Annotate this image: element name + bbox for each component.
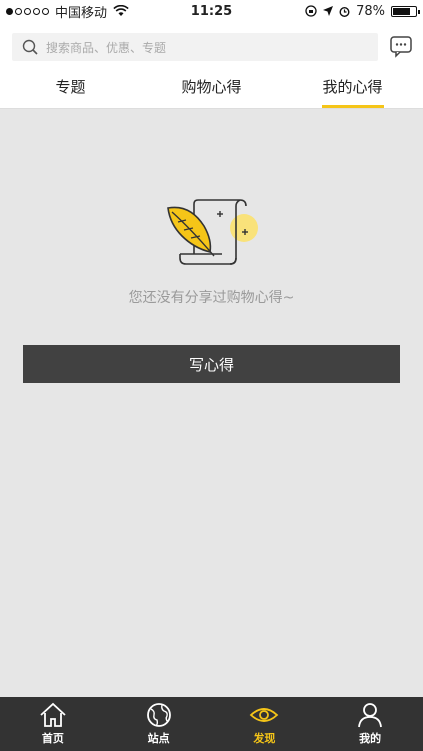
nav-home[interactable]: 首页 (0, 697, 106, 751)
search-icon (22, 39, 38, 55)
search-input[interactable]: 搜索商品、优惠、专题 (12, 33, 378, 61)
bottom-navigation: 首页 站点 发现 我的 (0, 697, 423, 751)
tab-bar: 专题 购物心得 我的心得 (0, 72, 423, 109)
nav-sites[interactable]: 站点 (106, 697, 212, 751)
home-icon (40, 702, 66, 727)
globe-icon (146, 703, 171, 727)
rotation-lock-icon (305, 5, 317, 17)
empty-state-message: 您还没有分享过购物心得~ (128, 290, 295, 306)
tab-topics[interactable]: 专题 (0, 72, 141, 108)
location-icon (323, 6, 334, 16)
nav-discover-label: 发现 (253, 732, 276, 745)
quill-scroll-icon (167, 199, 258, 265)
tab-shopping-reviews[interactable]: 购物心得 (141, 72, 282, 108)
tab-my-reviews[interactable]: 我的心得 (282, 72, 423, 108)
battery-icon (391, 5, 420, 17)
search-header: 搜索商品、优惠、专题 (0, 22, 423, 72)
person-icon (358, 703, 383, 728)
write-review-button[interactable]: 写心得 (23, 345, 400, 383)
nav-me[interactable]: 我的 (317, 697, 423, 751)
battery-percent: 78% (356, 3, 385, 19)
message-icon[interactable] (389, 34, 413, 58)
search-placeholder: 搜索商品、优惠、专题 (46, 40, 167, 55)
status-bar: 中国移动 11:25 78% (0, 0, 423, 22)
nav-discover[interactable]: 发现 (212, 697, 318, 751)
alarm-icon (339, 6, 350, 17)
nav-home-label: 首页 (41, 732, 64, 745)
nav-sites-label: 站点 (147, 732, 170, 745)
eye-icon (250, 708, 279, 722)
nav-me-label: 我的 (359, 732, 382, 745)
